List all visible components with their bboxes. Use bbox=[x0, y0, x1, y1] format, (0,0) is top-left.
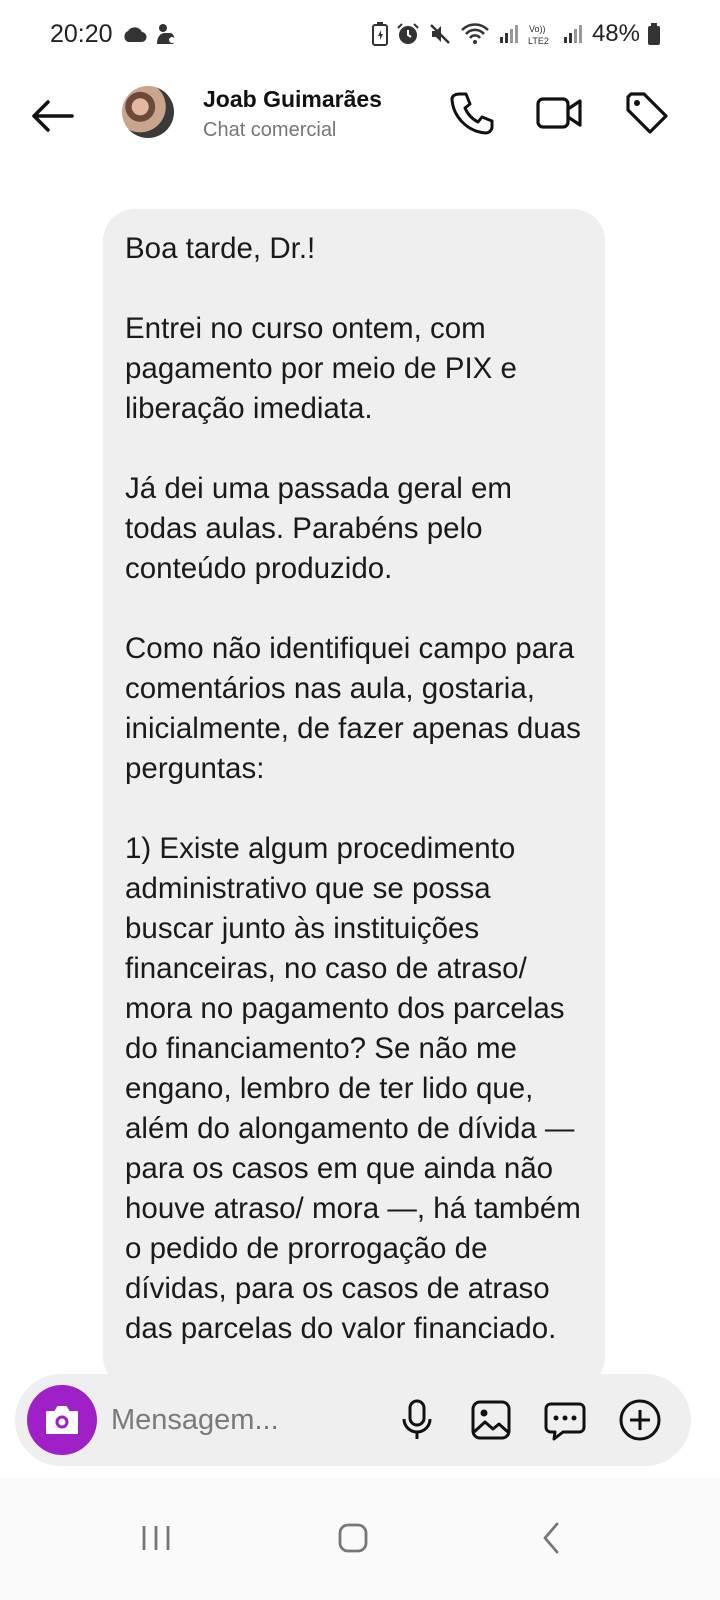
phone-icon bbox=[450, 92, 494, 135]
volte-icon: Vo)) LTE2 bbox=[528, 24, 549, 46]
back-icon bbox=[543, 1522, 559, 1554]
video-camera-icon bbox=[536, 97, 582, 129]
recents-button[interactable] bbox=[126, 1508, 186, 1568]
battery-percent: 48% bbox=[591, 20, 640, 47]
sticker-icon bbox=[544, 1402, 586, 1441]
notification-icon bbox=[157, 24, 175, 44]
avatar[interactable] bbox=[122, 86, 174, 138]
contact-subtitle: Chat comercial bbox=[203, 119, 337, 141]
status-time: 20:20 bbox=[50, 20, 113, 48]
message-input[interactable] bbox=[111, 1400, 361, 1440]
message-bubble[interactable]: Boa tarde, Dr.! Entrei no curso ontem, c… bbox=[103, 209, 605, 1375]
message-composer bbox=[15, 1374, 691, 1466]
back-button[interactable] bbox=[28, 92, 76, 140]
mute-icon bbox=[430, 24, 450, 44]
system-nav-bar bbox=[0, 1478, 720, 1600]
camera-icon bbox=[46, 1406, 78, 1434]
call-button[interactable] bbox=[446, 88, 496, 138]
status-bar: 20:20 Vo)) LTE2 48% bbox=[0, 0, 720, 72]
plus-icon bbox=[619, 1399, 661, 1441]
message-list[interactable]: Boa tarde, Dr.! Entrei no curso ontem, c… bbox=[0, 160, 720, 1375]
chat-header: Joab Guimarães Chat comercial bbox=[0, 72, 720, 160]
svg-text:LTE2: LTE2 bbox=[528, 36, 549, 46]
signal-icon bbox=[499, 25, 518, 43]
battery-saver-icon bbox=[371, 22, 388, 46]
tag-icon bbox=[626, 92, 668, 134]
alarm-icon bbox=[397, 23, 419, 44]
wifi-icon bbox=[461, 23, 489, 44]
contact-name[interactable]: Joab Guimarães bbox=[203, 86, 382, 113]
svg-text:Vo)): Vo)) bbox=[529, 24, 546, 34]
video-call-button[interactable] bbox=[534, 88, 584, 138]
label-button[interactable] bbox=[622, 88, 672, 138]
home-icon bbox=[338, 1523, 368, 1553]
home-button[interactable] bbox=[323, 1508, 383, 1568]
gallery-icon bbox=[471, 1400, 511, 1440]
battery-icon bbox=[648, 23, 660, 45]
gallery-button[interactable] bbox=[469, 1398, 513, 1442]
microphone-icon bbox=[402, 1399, 432, 1439]
voice-button[interactable] bbox=[395, 1398, 439, 1442]
cloud-icon bbox=[124, 27, 147, 43]
camera-button[interactable] bbox=[27, 1385, 97, 1455]
signal-icon bbox=[563, 25, 582, 43]
nav-back-button[interactable] bbox=[521, 1508, 581, 1568]
recents-icon bbox=[142, 1526, 170, 1550]
sticker-button[interactable] bbox=[543, 1398, 587, 1442]
back-arrow-icon bbox=[32, 100, 74, 132]
more-options-button[interactable] bbox=[618, 1398, 662, 1442]
